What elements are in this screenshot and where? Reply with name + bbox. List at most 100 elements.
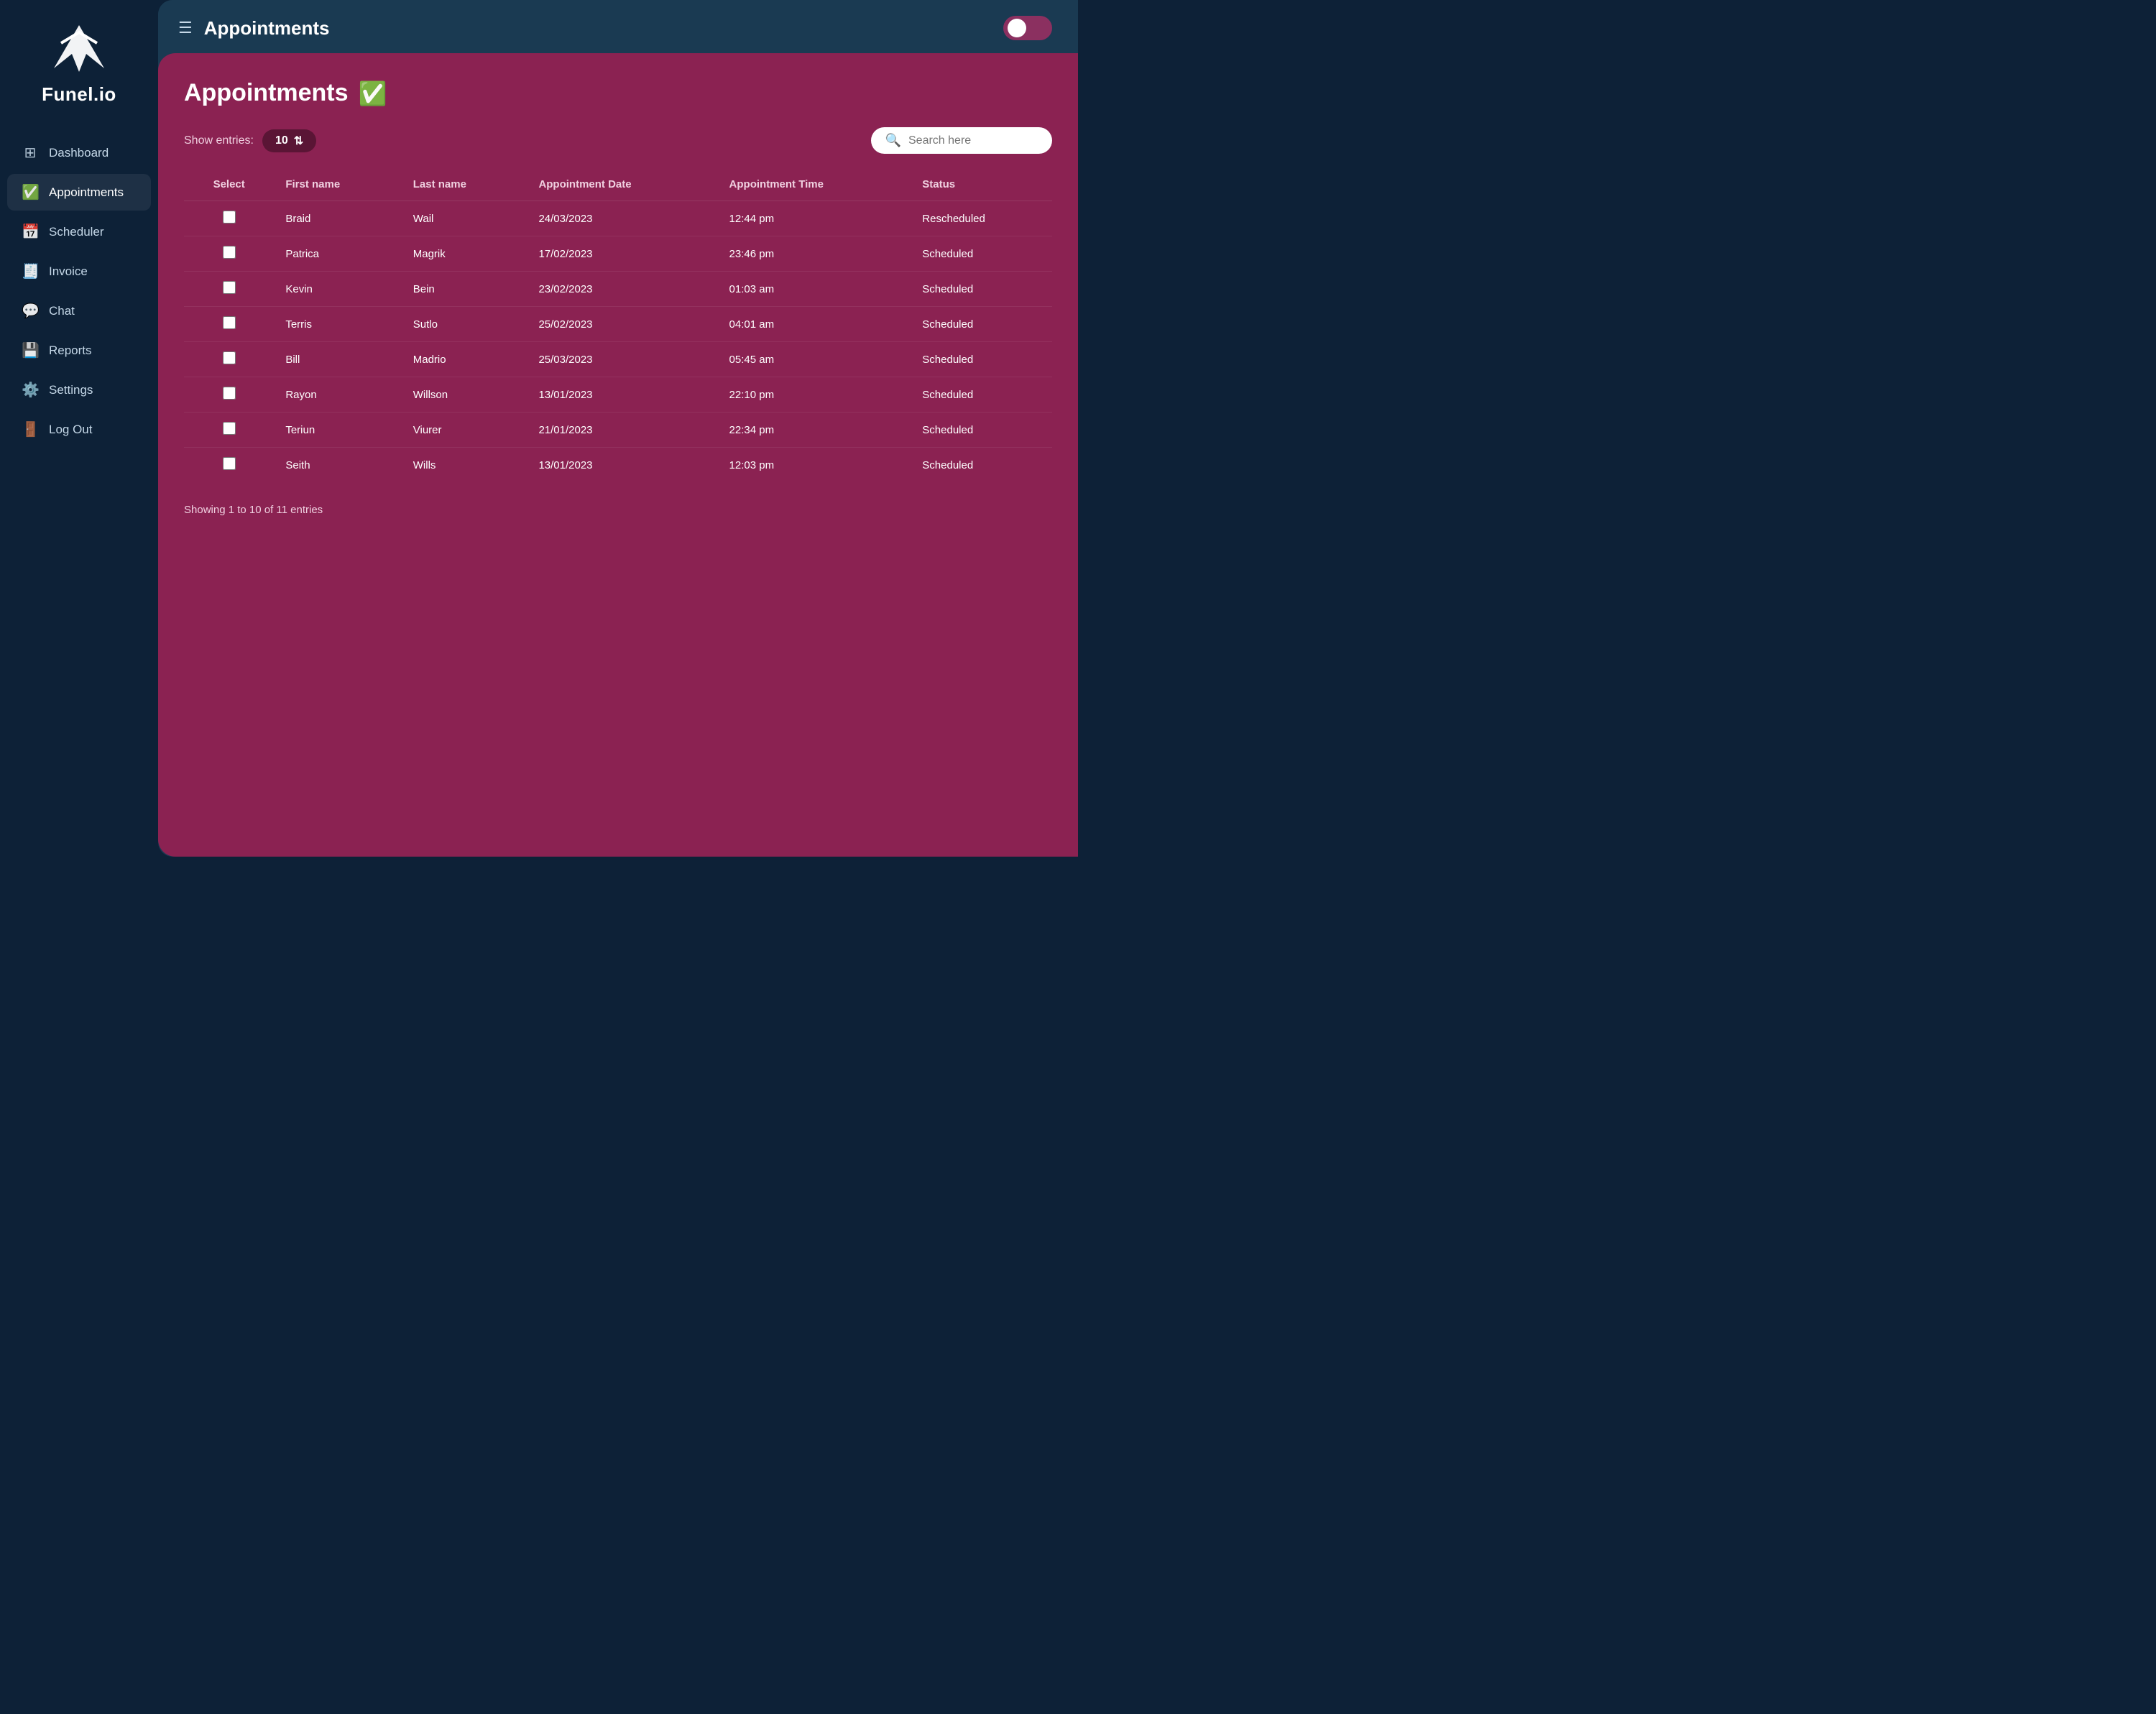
table-row: Patrica Magrik 17/02/2023 23:46 pm Sched… — [184, 236, 1052, 272]
scheduler-icon: 📅 — [22, 223, 39, 241]
settings-icon: ⚙️ — [22, 381, 39, 399]
sidebar-item-appointments[interactable]: ✅ Appointments — [7, 174, 151, 211]
show-entries-label: Show entries: — [184, 134, 254, 147]
row-lastname-2: Bein — [402, 272, 528, 307]
row-checkbox-cell[interactable] — [184, 448, 274, 483]
sidebar-item-scheduler[interactable]: 📅 Scheduler — [7, 213, 151, 250]
row-checkbox-3[interactable] — [223, 316, 236, 329]
row-time-0: 12:44 pm — [718, 201, 911, 236]
nav-list: ⊞ Dashboard ✅ Appointments 📅 Scheduler 🧾… — [0, 134, 158, 451]
row-firstname-0: Braid — [274, 201, 401, 236]
entries-control: Show entries: 10 ⇅ — [184, 129, 316, 152]
row-checkbox-cell[interactable] — [184, 342, 274, 377]
sidebar-label-scheduler: Scheduler — [49, 225, 104, 239]
row-firstname-6: Teriun — [274, 413, 401, 448]
table-row: Teriun Viurer 21/01/2023 22:34 pm Schedu… — [184, 413, 1052, 448]
sidebar-item-settings[interactable]: ⚙️ Settings — [7, 372, 151, 408]
row-time-3: 04:01 am — [718, 307, 911, 342]
row-time-2: 01:03 am — [718, 272, 911, 307]
row-date-4: 25/03/2023 — [527, 342, 717, 377]
hamburger-icon[interactable]: ☰ — [178, 19, 193, 37]
search-box[interactable]: 🔍 — [871, 127, 1052, 154]
toggle-switch[interactable] — [1003, 16, 1052, 40]
row-lastname-7: Wills — [402, 448, 528, 483]
panel-title: Appointments — [184, 79, 349, 107]
sidebar-item-reports[interactable]: 💾 Reports — [7, 332, 151, 369]
table-footer: Showing 1 to 10 of 11 entries — [184, 497, 1052, 516]
col-time: Appointment Time — [718, 171, 911, 201]
col-select: Select — [184, 171, 274, 201]
sidebar-label-appointments: Appointments — [49, 185, 124, 200]
row-lastname-5: Willson — [402, 377, 528, 413]
sidebar-label-settings: Settings — [49, 383, 93, 397]
logo-area: Funel.io — [42, 22, 116, 106]
row-checkbox-6[interactable] — [223, 422, 236, 435]
row-status-0: Rescheduled — [911, 201, 1052, 236]
invoice-icon: 🧾 — [22, 262, 39, 280]
toggle-thumb — [1008, 19, 1026, 37]
row-status-6: Scheduled — [911, 413, 1052, 448]
row-time-6: 22:34 pm — [718, 413, 911, 448]
row-firstname-1: Patrica — [274, 236, 401, 272]
row-checkbox-5[interactable] — [223, 387, 236, 400]
row-checkbox-cell[interactable] — [184, 272, 274, 307]
row-checkbox-cell[interactable] — [184, 201, 274, 236]
controls-row: Show entries: 10 ⇅ 🔍 — [184, 127, 1052, 154]
panel-title-row: Appointments ✅ — [184, 79, 1052, 107]
row-date-2: 23/02/2023 — [527, 272, 717, 307]
col-date: Appointment Date — [527, 171, 717, 201]
row-lastname-4: Madrio — [402, 342, 528, 377]
sidebar-item-chat[interactable]: 💬 Chat — [7, 292, 151, 329]
row-date-5: 13/01/2023 — [527, 377, 717, 413]
sidebar-label-reports: Reports — [49, 344, 92, 358]
row-date-1: 17/02/2023 — [527, 236, 717, 272]
row-lastname-6: Viurer — [402, 413, 528, 448]
col-status: Status — [911, 171, 1052, 201]
logout-icon: 🚪 — [22, 420, 39, 438]
row-lastname-3: Sutlo — [402, 307, 528, 342]
sidebar-item-logout[interactable]: 🚪 Log Out — [7, 411, 151, 448]
sidebar-item-dashboard[interactable]: ⊞ Dashboard — [7, 134, 151, 171]
sidebar-item-invoice[interactable]: 🧾 Invoice — [7, 253, 151, 290]
table-row: Terris Sutlo 25/02/2023 04:01 am Schedul… — [184, 307, 1052, 342]
entries-badge[interactable]: 10 ⇅ — [262, 129, 316, 152]
logo-icon — [47, 22, 111, 79]
row-firstname-5: Rayon — [274, 377, 401, 413]
row-time-7: 12:03 pm — [718, 448, 911, 483]
topbar: ☰ Appointments — [158, 0, 1078, 53]
row-status-2: Scheduled — [911, 272, 1052, 307]
sidebar: Funel.io ⊞ Dashboard ✅ Appointments 📅 Sc… — [0, 0, 158, 857]
search-icon: 🔍 — [885, 133, 901, 148]
row-firstname-2: Kevin — [274, 272, 401, 307]
panel-title-icon: ✅ — [359, 80, 387, 107]
row-firstname-3: Terris — [274, 307, 401, 342]
row-checkbox-1[interactable] — [223, 246, 236, 259]
row-firstname-7: Seith — [274, 448, 401, 483]
sidebar-label-invoice: Invoice — [49, 264, 88, 279]
chat-icon: 💬 — [22, 302, 39, 320]
row-checkbox-2[interactable] — [223, 281, 236, 294]
table-row: Seith Wills 13/01/2023 12:03 pm Schedule… — [184, 448, 1052, 483]
row-checkbox-cell[interactable] — [184, 413, 274, 448]
row-status-4: Scheduled — [911, 342, 1052, 377]
row-checkbox-cell[interactable] — [184, 307, 274, 342]
table-row: Bill Madrio 25/03/2023 05:45 am Schedule… — [184, 342, 1052, 377]
sidebar-label-dashboard: Dashboard — [49, 146, 109, 160]
main-area: ☰ Appointments Appointments ✅ Show entri… — [158, 0, 1078, 857]
page-title: Appointments — [204, 17, 992, 40]
row-checkbox-4[interactable] — [223, 351, 236, 364]
row-date-7: 13/01/2023 — [527, 448, 717, 483]
app-name: Funel.io — [42, 83, 116, 106]
row-checkbox-7[interactable] — [223, 457, 236, 470]
sort-icon: ⇅ — [294, 134, 303, 148]
row-checkbox-cell[interactable] — [184, 377, 274, 413]
search-input[interactable] — [908, 134, 1038, 147]
row-checkbox-cell[interactable] — [184, 236, 274, 272]
table-row: Braid Wail 24/03/2023 12:44 pm Reschedul… — [184, 201, 1052, 236]
col-lastname: Last name — [402, 171, 528, 201]
table-header: Select First name Last name Appointment … — [184, 171, 1052, 201]
row-checkbox-0[interactable] — [223, 211, 236, 224]
table-body: Braid Wail 24/03/2023 12:44 pm Reschedul… — [184, 201, 1052, 483]
row-status-7: Scheduled — [911, 448, 1052, 483]
col-firstname: First name — [274, 171, 401, 201]
